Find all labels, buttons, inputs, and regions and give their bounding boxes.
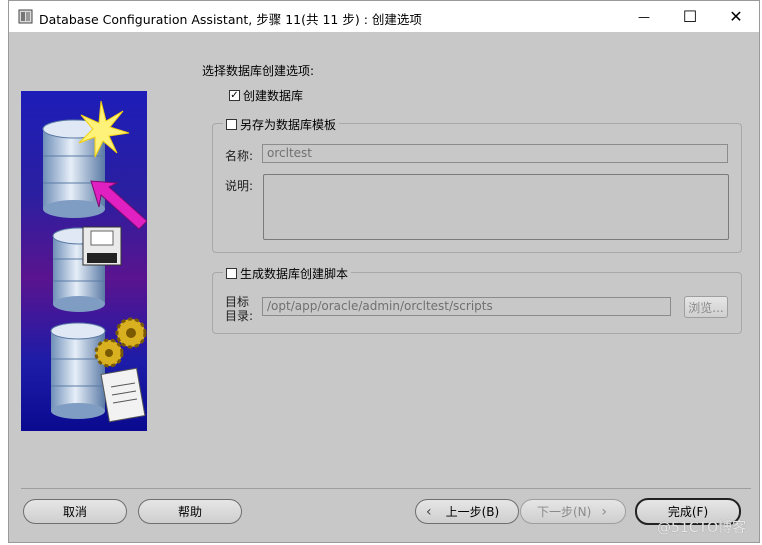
chevron-right-icon: › bbox=[601, 503, 607, 520]
create-database-label: 创建数据库 bbox=[243, 89, 304, 103]
template-name-input[interactable]: orcltest bbox=[262, 144, 728, 163]
close-button[interactable]: ✕ bbox=[713, 1, 759, 32]
maximize-icon: ☐ bbox=[682, 7, 698, 26]
minimize-button[interactable]: — bbox=[621, 1, 667, 32]
checkbox-unchecked-icon bbox=[226, 119, 237, 130]
generate-script-label: 生成数据库创建脚本 bbox=[240, 267, 349, 281]
next-button[interactable]: 下一步(N) › bbox=[520, 499, 626, 524]
create-database-checkbox[interactable]: ✓ 创建数据库 bbox=[229, 87, 303, 104]
browse-button[interactable]: 浏览... bbox=[684, 296, 728, 318]
checkbox-unchecked-icon bbox=[226, 268, 237, 279]
watermark-text: @51CTO博客 bbox=[657, 520, 747, 536]
window-title: Database Configuration Assistant, 步骤 11(… bbox=[39, 12, 422, 27]
help-button[interactable]: 帮助 bbox=[138, 499, 242, 524]
title-bar: Database Configuration Assistant, 步骤 11(… bbox=[9, 1, 759, 32]
database-app-icon bbox=[18, 9, 33, 24]
generate-script-checkbox[interactable]: 生成数据库创建脚本 bbox=[223, 265, 352, 282]
minimize-icon: — bbox=[638, 9, 650, 24]
template-description-textarea[interactable] bbox=[263, 174, 729, 240]
save-template-label: 另存为数据库模板 bbox=[240, 118, 337, 132]
back-button[interactable]: ‹ 上一步(B) bbox=[415, 499, 519, 524]
template-description-label: 说明: bbox=[225, 179, 254, 193]
checkbox-checked-icon: ✓ bbox=[229, 89, 240, 101]
save-template-checkbox[interactable]: 另存为数据库模板 bbox=[223, 116, 340, 133]
dbca-window: Database Configuration Assistant, 步骤 11(… bbox=[8, 0, 760, 543]
chevron-left-icon: ‹ bbox=[426, 503, 432, 520]
template-name-label: 名称: bbox=[225, 149, 254, 163]
maximize-button[interactable]: ☐ bbox=[667, 1, 713, 32]
close-icon: ✕ bbox=[729, 7, 743, 26]
back-button-label: 上一步(B) bbox=[445, 505, 500, 519]
footer-divider bbox=[21, 488, 751, 489]
next-button-label: 下一步(N) bbox=[537, 505, 592, 519]
target-dir-label-line2: 目录: bbox=[225, 309, 254, 323]
database-illustration bbox=[42, 100, 147, 423]
cancel-button[interactable]: 取消 bbox=[23, 499, 127, 524]
wizard-banner-image bbox=[21, 91, 147, 431]
target-dir-input[interactable]: /opt/app/oracle/admin/orcltest/scripts bbox=[262, 297, 671, 316]
section-label: 选择数据库创建选项: bbox=[202, 64, 315, 78]
